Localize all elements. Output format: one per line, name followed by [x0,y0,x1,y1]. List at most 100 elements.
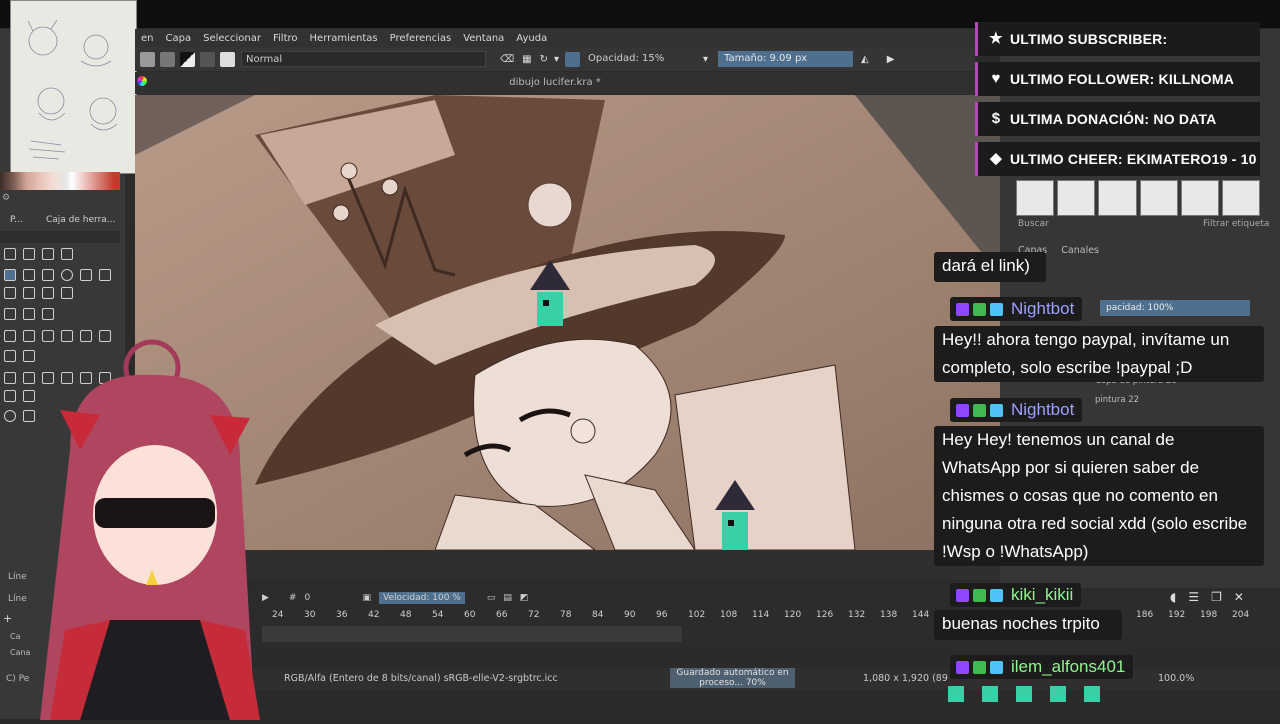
mascot-emote-icon [948,686,964,702]
layer-opacity-slider[interactable]: pacidad: 100% [1100,300,1250,316]
chevron-down-icon[interactable]: ▾ [703,54,708,65]
polyline-tool-icon[interactable] [99,269,111,281]
preserve-alpha-icon[interactable]: ▦ [522,54,531,65]
dynamic-brush-icon[interactable] [42,287,54,299]
brush-preset-icon[interactable] [1221,180,1261,216]
edit-shape-icon[interactable] [42,248,54,260]
freehand-path-icon[interactable] [23,287,35,299]
restore-icon[interactable]: ❐ [1211,590,1222,604]
calligraphy-icon[interactable] [61,248,73,260]
zoom-tool-icon[interactable] [4,410,16,422]
add-icon[interactable]: + [3,612,12,625]
brush-preset-icon[interactable] [1180,180,1219,216]
opacity-swatch [565,51,581,67]
transform-tool-icon[interactable] [4,308,16,320]
close-icon[interactable]: ✕ [1234,590,1244,604]
mascot-emote-icon [1050,686,1066,702]
tab-layers[interactable]: Capas [1018,245,1047,256]
magnetic-select-icon[interactable] [23,390,35,402]
onion-skin-icon[interactable]: ▭ [487,593,496,603]
speed-slider[interactable]: Velocidad: 100 % [378,592,465,604]
bezier-tool-icon[interactable] [4,287,16,299]
pattern-swatch-icon[interactable] [140,51,155,67]
timeline-tick-label: 174 [1072,610,1090,620]
mirror-vertical-icon[interactable]: ▶ [887,54,895,65]
blend-mode-select[interactable]: Normal [241,51,486,67]
frame-hash-icon: # [288,593,297,603]
diamond-icon: ◆ [990,150,1002,167]
brush-settings-icon[interactable] [200,51,215,67]
timeline-ruler[interactable]: 24 30 36 42 48 54 60 66 72 78 84 90 96 102 108 114 120 12… [262,608,1280,624]
toolbox-row [4,248,73,260]
brush-preset-icon[interactable] [220,51,235,67]
menu-item[interactable]: Ventana [457,33,510,44]
fg-bg-color-icon[interactable] [180,51,195,67]
timeline-tick-label: 66 [496,610,508,620]
zoom-label[interactable]: 100.0% [1158,673,1194,684]
panel-window-controls: ◖ ☰ ❐ ✕ [1170,590,1244,604]
menu-item[interactable]: Herramientas [304,33,384,44]
layer-row[interactable]: Capa de pintura 21 [1062,448,1144,458]
menu-item[interactable]: Filtro [267,33,304,44]
ellipse-select-icon[interactable] [23,372,35,384]
timeline-tick-label: 192 [1168,610,1186,620]
timeline-tick-label: 90 [624,610,636,620]
timeline-tick-label: 120 [784,610,802,620]
assistant-tool-icon[interactable] [4,350,16,362]
gradient-swatch-icon[interactable] [160,51,175,67]
timeline-tick-label: 138 [880,610,898,620]
brush-preset-icon[interactable] [1016,180,1055,216]
text-tool-icon[interactable] [23,248,35,260]
drop-frames-icon[interactable]: ▤ [503,593,512,603]
mirror-horizontal-icon[interactable]: ◭ [861,54,869,65]
line-tool-icon[interactable] [23,269,35,281]
color-picker-icon[interactable] [23,330,35,342]
volume-icon[interactable]: ◖ [1170,590,1176,604]
autosave-progress: Guardado automático en proceso... 70% [670,668,795,688]
tab-channels[interactable]: Canales [1061,245,1099,256]
polygon-tool-icon[interactable] [80,269,92,281]
brush-preset-icon[interactable] [1139,180,1178,216]
brush-preset-icon[interactable] [1098,180,1137,216]
brush-search-input[interactable]: Buscar [1018,219,1049,229]
brush-preset-icon[interactable] [1057,180,1096,216]
crop-tool-icon[interactable] [42,308,54,320]
menu-item[interactable]: Capa [160,33,198,44]
filter-tag-checkbox[interactable]: Filtrar etiqueta [1203,219,1269,229]
menu-item[interactable]: en [135,33,160,44]
document-tab[interactable]: dibujo lucifer.kra * [135,72,975,94]
menu-item[interactable]: Seleccionar [197,33,267,44]
opacity-slider[interactable]: Opacidad: 15% [584,51,700,67]
tab-toolbox[interactable]: Caja de herra... [46,215,115,225]
timeline-tick-label: 96 [656,610,668,620]
select-tool-icon[interactable] [4,248,16,260]
pin-icon[interactable]: ◩ [520,593,529,603]
measure-tool-icon[interactable] [23,350,35,362]
move-tool-icon[interactable] [23,308,35,320]
rectangle-tool-icon[interactable] [42,269,54,281]
eraser-icon[interactable]: ⌫ [500,54,514,65]
toolbox-row [4,410,35,422]
gradient-tool-icon[interactable] [4,330,16,342]
rect-select-icon[interactable] [4,372,16,384]
color-palette-strip[interactable] [0,172,120,190]
menu-item[interactable]: Ayuda [510,33,553,44]
settings-icon[interactable]: ▣ [362,593,371,603]
brush-tool-icon[interactable] [4,269,16,281]
toolbox-row [4,269,111,281]
multibrush-icon[interactable] [61,287,73,299]
frame-input[interactable]: 0 [304,593,344,603]
pan-tool-icon[interactable] [23,410,35,422]
timeline-track[interactable] [262,626,682,642]
chevron-down-icon[interactable]: ▾ [554,54,559,65]
tab-p[interactable]: P... [10,215,23,225]
menu-item[interactable]: Preferencias [384,33,458,44]
layer-row[interactable]: Capa de pintura 23 [1095,376,1177,386]
size-slider[interactable]: Tamaño: 9.09 px [718,51,854,67]
reload-icon[interactable]: ↻ [540,54,548,65]
menu-icon[interactable]: ☰ [1188,590,1199,604]
layer-row[interactable]: pintura 22 [1095,395,1139,405]
color-wheel-icon[interactable] [137,76,147,86]
ellipse-tool-icon[interactable] [61,269,73,281]
bezier-select-icon[interactable] [4,390,16,402]
